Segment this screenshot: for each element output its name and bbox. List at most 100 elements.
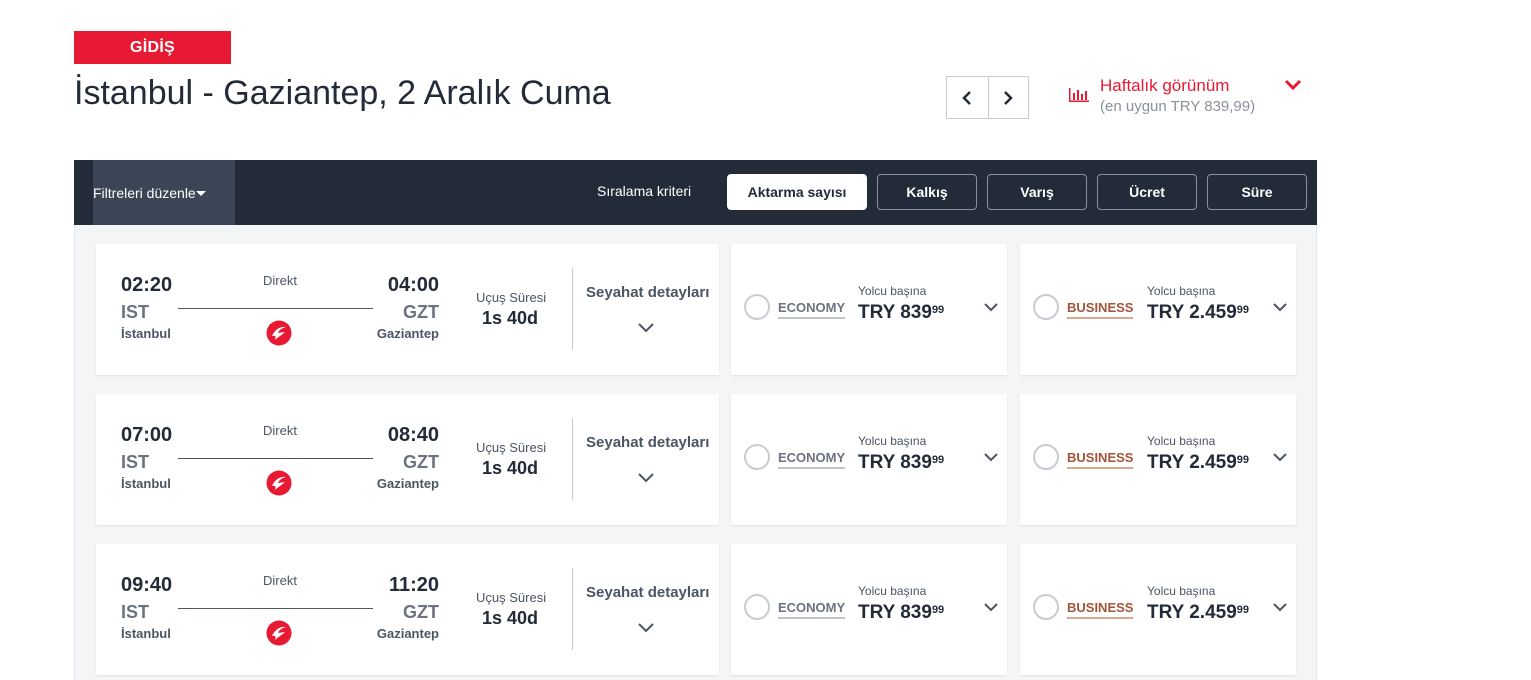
- price-cents: 99: [1236, 454, 1250, 466]
- departure-city: İstanbul: [121, 626, 171, 641]
- chevron-down-icon[interactable]: [1272, 601, 1288, 613]
- stop-type: Direkt: [263, 573, 297, 588]
- route-line: [178, 608, 373, 609]
- flight-duration: 1s 40d: [482, 608, 539, 628]
- business-price: TRY 2.45999: [1147, 452, 1249, 474]
- economy-fare-card[interactable]: ECONOMY Yolcu başına TRY 83999: [731, 544, 1007, 675]
- date-navigation: [946, 76, 1029, 119]
- weekly-view-toggle[interactable]: Haftalık görünüm (en uygun TRY 839,99): [1068, 76, 1308, 120]
- travel-details-link[interactable]: Seyahat detayları: [586, 584, 709, 601]
- economy-cabin-label: ECONOMY: [778, 600, 846, 619]
- economy-radio[interactable]: [744, 294, 770, 320]
- business-cabin-label: BUSINESS: [1067, 600, 1134, 619]
- weekly-view-label: Haftalık görünüm: [1100, 76, 1230, 95]
- per-passenger-label: Yolcu başına: [858, 284, 927, 298]
- price-cents: 99: [931, 454, 945, 466]
- chevron-down-icon[interactable]: [637, 622, 655, 634]
- flight-info-card: 02:20 IST İstanbul Direkt 04:00 GZT Gazi…: [96, 244, 719, 375]
- per-passenger-label: Yolcu başına: [1147, 284, 1216, 298]
- route-title: İstanbul - Gaziantep, 2 Aralık Cuma: [74, 74, 611, 112]
- stop-type: Direkt: [263, 273, 297, 288]
- edit-filters-button[interactable]: Filtreleri düzenle: [93, 160, 235, 225]
- business-fare-card[interactable]: BUSINESS Yolcu başına TRY 2.45999: [1020, 394, 1296, 525]
- flight-info-card: 07:00 IST İstanbul Direkt 08:40 GZT Gazi…: [96, 394, 719, 525]
- economy-fare-card[interactable]: ECONOMY Yolcu başına TRY 83999: [731, 244, 1007, 375]
- chevron-down-icon: [1284, 79, 1302, 91]
- business-fare-card[interactable]: BUSINESS Yolcu başına TRY 2.45999: [1020, 244, 1296, 375]
- divider: [572, 268, 573, 350]
- arrival-time: 11:20: [388, 574, 439, 596]
- price-cents: 99: [1236, 304, 1250, 316]
- arrival-city: Gaziantep: [376, 326, 439, 341]
- flight-row: 09:40 IST İstanbul Direkt 11:20 GZT Gazi…: [96, 544, 1296, 675]
- sort-by-departure-button[interactable]: Kalkış: [877, 174, 977, 210]
- turkish-airlines-logo: [266, 470, 292, 496]
- sort-filter-toolbar: Filtreleri düzenle Sıralama kriteri Akta…: [74, 160, 1317, 225]
- chevron-right-icon: [1004, 90, 1014, 105]
- stop-type: Direkt: [263, 423, 297, 438]
- divider: [572, 418, 573, 500]
- chevron-left-icon: [962, 90, 972, 105]
- direction-badge: GİDİŞ: [74, 31, 231, 64]
- departure-city: İstanbul: [121, 326, 171, 341]
- price-cents: 99: [931, 304, 945, 316]
- arrival-city: Gaziantep: [376, 626, 439, 641]
- economy-radio[interactable]: [744, 594, 770, 620]
- business-radio[interactable]: [1033, 444, 1059, 470]
- turkish-airlines-logo: [266, 320, 292, 346]
- departure-time: 02:20: [121, 274, 173, 296]
- next-day-button[interactable]: [987, 77, 1029, 118]
- arrival-airport-code: GZT: [403, 452, 439, 472]
- flight-row: 02:20 IST İstanbul Direkt 04:00 GZT Gazi…: [96, 244, 1296, 375]
- departure-airport-code: IST: [121, 602, 150, 622]
- price-main: TRY 2.459: [1147, 302, 1237, 323]
- economy-cabin-label: ECONOMY: [778, 300, 846, 319]
- arrival-city: Gaziantep: [376, 476, 439, 491]
- sort-by-price-button[interactable]: Ücret: [1097, 174, 1197, 210]
- chevron-down-icon[interactable]: [983, 601, 999, 613]
- caret-down-icon: [195, 191, 206, 196]
- sort-by-stops-button[interactable]: Aktarma sayısı: [727, 174, 867, 210]
- economy-price: TRY 83999: [858, 452, 944, 474]
- edit-filters-label: Filtreleri düzenle: [93, 184, 196, 201]
- price-main: TRY 839: [858, 602, 932, 623]
- business-radio[interactable]: [1033, 594, 1059, 620]
- route-line: [178, 308, 373, 309]
- route-line: [178, 458, 373, 459]
- per-passenger-label: Yolcu başına: [1147, 434, 1216, 448]
- sort-by-arrival-button[interactable]: Varış: [987, 174, 1087, 210]
- flight-duration-label: Uçuş Süresi: [476, 290, 547, 305]
- business-cabin-label: BUSINESS: [1067, 450, 1134, 469]
- flight-info-card: 09:40 IST İstanbul Direkt 11:20 GZT Gazi…: [96, 544, 719, 675]
- per-passenger-label: Yolcu başına: [1147, 584, 1216, 598]
- price-main: TRY 839: [858, 302, 932, 323]
- economy-fare-card[interactable]: ECONOMY Yolcu başına TRY 83999: [731, 394, 1007, 525]
- chevron-down-icon[interactable]: [637, 322, 655, 334]
- chevron-down-icon[interactable]: [1272, 451, 1288, 463]
- previous-day-button[interactable]: [947, 77, 988, 118]
- flight-row: 07:00 IST İstanbul Direkt 08:40 GZT Gazi…: [96, 394, 1296, 525]
- bar-chart-icon: [1069, 88, 1089, 102]
- price-main: TRY 839: [858, 452, 932, 473]
- departure-city: İstanbul: [121, 476, 171, 491]
- chevron-down-icon[interactable]: [637, 472, 655, 484]
- business-fare-card[interactable]: BUSINESS Yolcu başına TRY 2.45999: [1020, 544, 1296, 675]
- business-price: TRY 2.45999: [1147, 602, 1249, 624]
- arrival-time: 08:40: [387, 424, 439, 446]
- arrival-airport-code: GZT: [403, 602, 439, 622]
- chevron-down-icon[interactable]: [1272, 301, 1288, 313]
- chevron-down-icon[interactable]: [983, 301, 999, 313]
- travel-details-link[interactable]: Seyahat detayları: [586, 434, 709, 451]
- economy-radio[interactable]: [744, 444, 770, 470]
- sort-criteria-label: Sıralama kriteri: [597, 183, 692, 199]
- flight-duration: 1s 40d: [482, 308, 539, 328]
- business-price: TRY 2.45999: [1147, 302, 1249, 324]
- business-cabin-label: BUSINESS: [1067, 300, 1134, 319]
- sort-by-duration-button[interactable]: Süre: [1207, 174, 1307, 210]
- business-radio[interactable]: [1033, 294, 1059, 320]
- arrival-airport-code: GZT: [403, 302, 439, 322]
- flight-duration-label: Uçuş Süresi: [476, 590, 547, 605]
- travel-details-link[interactable]: Seyahat detayları: [586, 284, 709, 301]
- chevron-down-icon[interactable]: [983, 451, 999, 463]
- turkish-airlines-logo: [266, 620, 292, 646]
